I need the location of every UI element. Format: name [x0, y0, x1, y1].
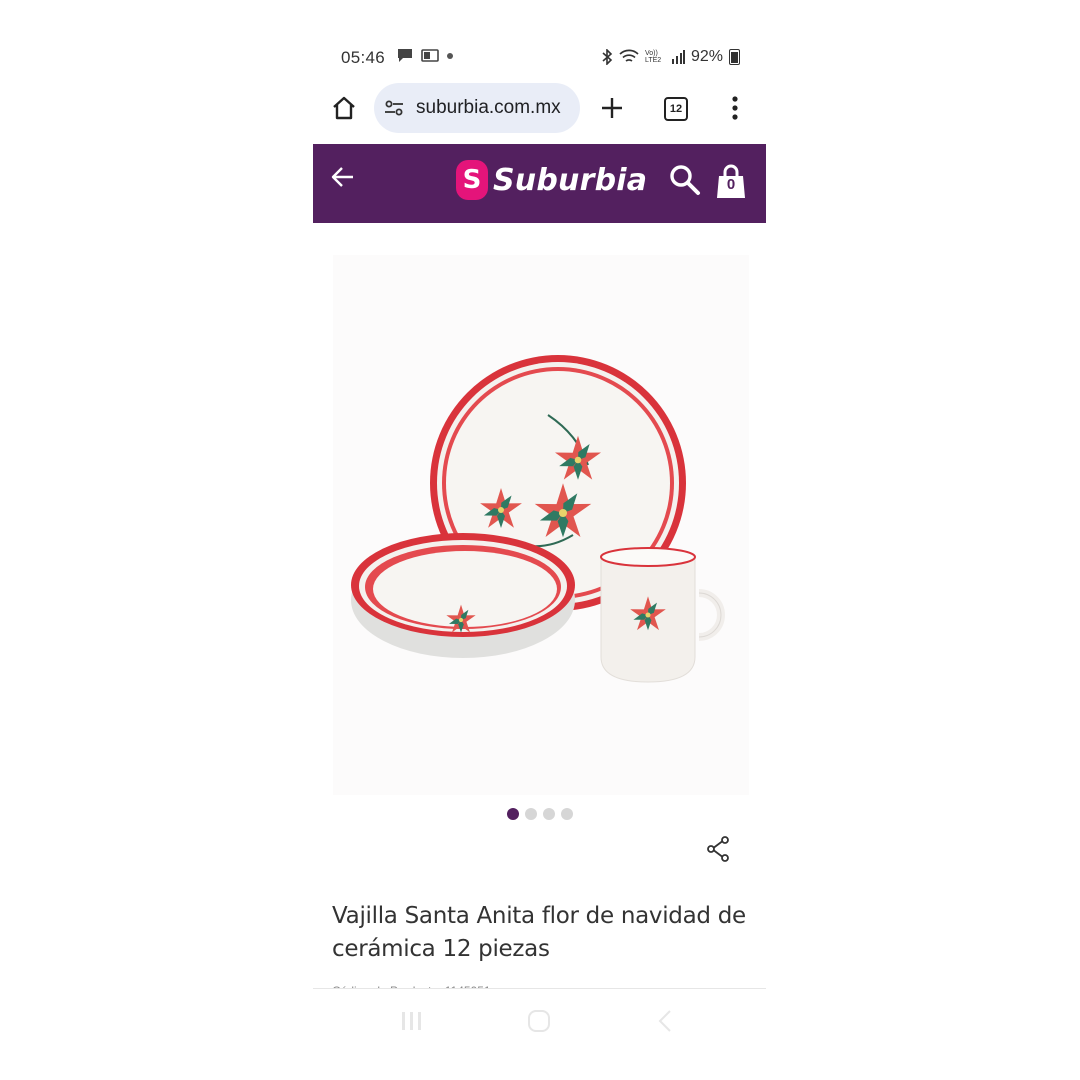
carousel-dot-3[interactable] [543, 808, 555, 820]
system-navigation-bar [313, 988, 766, 1055]
tab-switcher-icon[interactable]: 12 [664, 97, 688, 121]
signal-icon [671, 50, 685, 64]
network-type: Vo)) LTE2 [644, 50, 662, 64]
url-text: suburbia.com.mx [416, 97, 561, 118]
status-time: 05:46 [341, 48, 386, 67]
bluetooth-icon [602, 49, 613, 65]
outlook-icon [421, 49, 439, 62]
logo-mark: S [456, 160, 488, 200]
carousel-indicator [507, 808, 573, 820]
battery-percentage: 92% [690, 48, 723, 65]
phone-screen: 05:46 Vo)) LTE2 92% suburbia.com.mx 12 S… [313, 0, 766, 1080]
store-header: S Suburbia 0 [313, 144, 766, 223]
wifi-icon [619, 49, 639, 62]
home-icon[interactable] [331, 95, 357, 121]
search-icon[interactable] [669, 164, 701, 196]
message-icon [398, 49, 412, 62]
tune-icon[interactable] [384, 100, 404, 116]
suburbia-logo[interactable]: S Suburbia [456, 160, 647, 200]
home-button-icon[interactable] [527, 1010, 551, 1032]
kebab-menu-icon[interactable] [732, 96, 738, 120]
back-button-icon[interactable] [658, 1010, 672, 1032]
dinnerware-photo [351, 355, 725, 683]
product-image[interactable] [333, 255, 749, 795]
product-title: Vajilla Santa Anita flor de navidad de c… [332, 903, 746, 962]
arrow-left-icon[interactable] [331, 166, 355, 188]
cart-count: 0 [726, 176, 736, 193]
shopping-bag-icon[interactable]: 0 [716, 164, 746, 200]
notification-dot-icon [447, 52, 453, 59]
logo-wordmark: Suburbia [493, 162, 648, 198]
plus-icon[interactable] [601, 97, 623, 119]
browser-toolbar: suburbia.com.mx 12 [313, 80, 766, 136]
status-bar: 05:46 Vo)) LTE2 92% [313, 40, 766, 76]
address-bar[interactable]: suburbia.com.mx [374, 83, 580, 133]
carousel-dot-4[interactable] [561, 808, 573, 820]
carousel-dot-1[interactable] [507, 808, 519, 820]
carousel-dot-2[interactable] [525, 808, 537, 820]
recent-apps-icon[interactable] [401, 1011, 423, 1031]
share-icon[interactable] [706, 836, 730, 862]
battery-icon [729, 49, 740, 65]
